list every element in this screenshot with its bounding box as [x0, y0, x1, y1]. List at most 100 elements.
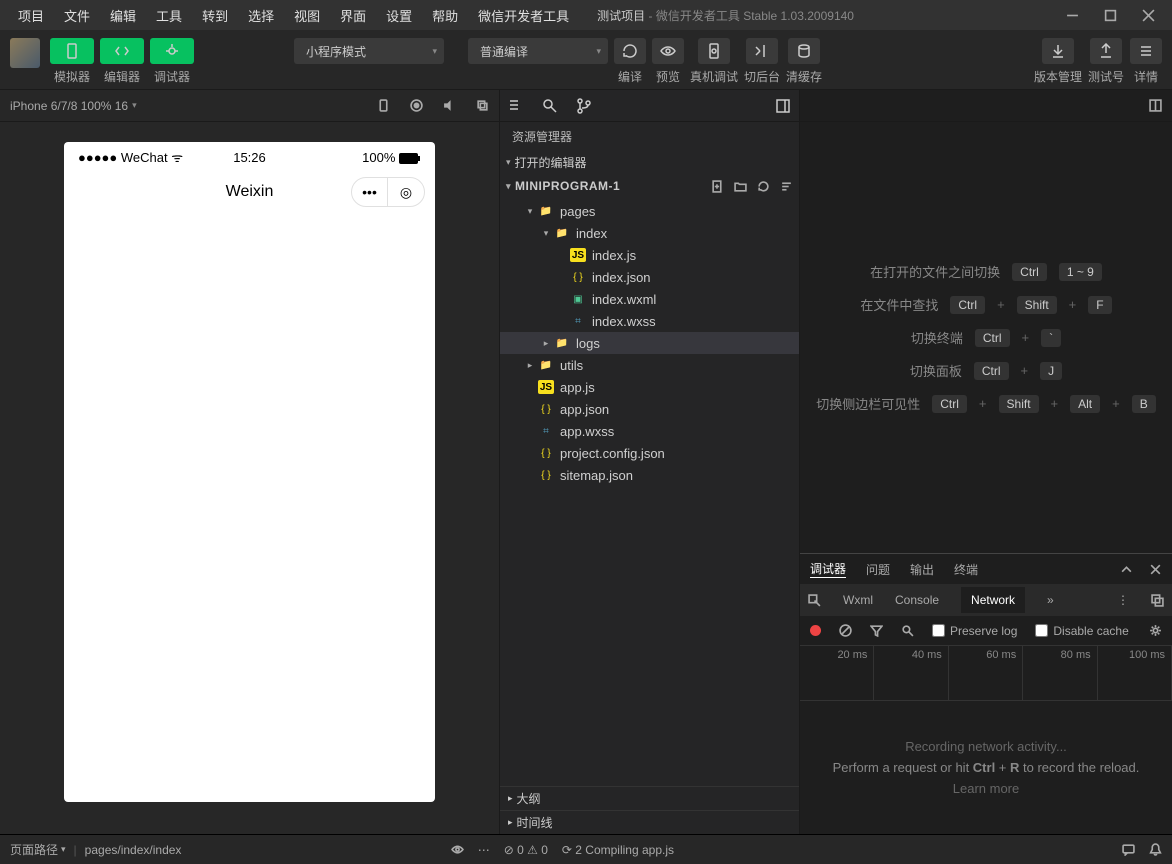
keyboard-hint: 切换面板 Ctrl + J: [910, 361, 1062, 380]
project-root[interactable]: ▾MINIPROGRAM-1: [500, 174, 799, 198]
sim-mute-icon[interactable]: [443, 99, 456, 112]
preserve-log-checkbox[interactable]: Preserve log: [932, 624, 1017, 638]
menu-devtools[interactable]: 微信开发者工具: [468, 6, 579, 25]
tab-console[interactable]: Console: [895, 593, 939, 607]
timeline-tick: 60 ms: [949, 646, 1023, 700]
signal-label: ●●●●● WeChat ᯤ: [78, 148, 183, 166]
phone-simulator[interactable]: ●●●●● WeChat ᯤ 15:26 100% Weixin ••• ◎: [64, 142, 435, 802]
capsule[interactable]: ••• ◎: [351, 177, 425, 207]
file-index.wxml[interactable]: ▣index.wxml: [500, 288, 799, 310]
compile-button[interactable]: [614, 38, 646, 64]
compile-dropdown[interactable]: 普通编译: [468, 38, 608, 64]
layout-icon[interactable]: [775, 98, 791, 114]
menu-file[interactable]: 文件: [54, 6, 100, 25]
capsule-close-icon[interactable]: ◎: [388, 178, 424, 206]
file-index.wxss[interactable]: ⌗index.wxss: [500, 310, 799, 332]
menu-view[interactable]: 视图: [284, 6, 330, 25]
menu-project[interactable]: 项目: [8, 6, 54, 25]
device-select[interactable]: iPhone 6/7/8 100% 16: [10, 99, 128, 113]
record-icon[interactable]: [810, 625, 821, 636]
new-folder-icon[interactable]: [734, 180, 747, 193]
folder-logs[interactable]: ▸📁logs: [500, 332, 799, 354]
status-errors[interactable]: ⊘ 0 ⚠ 0: [504, 843, 548, 857]
sim-copy-icon[interactable]: [476, 99, 489, 112]
clear-icon[interactable]: [839, 624, 852, 637]
file-app.wxss[interactable]: ⌗app.wxss: [500, 420, 799, 442]
outline-section[interactable]: ▸大纲: [500, 786, 799, 810]
avatar[interactable]: [10, 38, 40, 68]
file-app.js[interactable]: JSapp.js: [500, 376, 799, 398]
file-sitemap.json[interactable]: { }sitemap.json: [500, 464, 799, 486]
feedback-icon[interactable]: [1122, 843, 1135, 856]
tabs-more-icon[interactable]: »: [1047, 593, 1054, 607]
bell-icon[interactable]: [1149, 843, 1162, 856]
disable-cache-checkbox[interactable]: Disable cache: [1035, 624, 1128, 638]
editor-button[interactable]: [100, 38, 144, 64]
version-label: 版本管理: [1034, 68, 1082, 85]
dock-icon[interactable]: [1151, 594, 1164, 607]
file-index.js[interactable]: JSindex.js: [500, 244, 799, 266]
folder-index[interactable]: ▾📁index: [500, 222, 799, 244]
menu-tool[interactable]: 工具: [146, 6, 192, 25]
split-editor-icon[interactable]: [1149, 99, 1162, 112]
inspect-icon[interactable]: [808, 594, 821, 607]
close-button[interactable]: [1138, 5, 1158, 25]
panel-chevron-icon[interactable]: [1120, 563, 1133, 576]
menu-settings[interactable]: 设置: [376, 6, 422, 25]
capsule-menu-icon[interactable]: •••: [352, 178, 388, 206]
sim-phone-icon[interactable]: [377, 99, 390, 112]
menu-edit[interactable]: 编辑: [100, 6, 146, 25]
search-icon[interactable]: [542, 98, 558, 114]
file-app.json[interactable]: { }app.json: [500, 398, 799, 420]
background-button[interactable]: [746, 38, 778, 64]
status-more-icon[interactable]: ⋯: [478, 843, 490, 857]
learn-more-link[interactable]: Learn more: [953, 781, 1019, 796]
folder-utils[interactable]: ▸📁utils: [500, 354, 799, 376]
explorer-icon[interactable]: [508, 98, 524, 114]
open-editors-section[interactable]: ▾打开的编辑器: [500, 150, 799, 174]
network-timeline[interactable]: 20 ms40 ms60 ms80 ms100 ms: [800, 646, 1172, 701]
tab-wxml[interactable]: Wxml: [843, 593, 873, 607]
status-compile[interactable]: ⟳ 2 Compiling app.js: [562, 843, 674, 857]
explorer-pane: 资源管理器 ▾打开的编辑器 ▾MINIPROGRAM-1 ▾📁pages▾📁in…: [500, 90, 800, 834]
maximize-button[interactable]: [1100, 5, 1120, 25]
detail-button[interactable]: [1130, 38, 1162, 64]
menu-help[interactable]: 帮助: [422, 6, 468, 25]
menu-goto[interactable]: 转到: [192, 6, 238, 25]
tab-problems[interactable]: 问题: [866, 561, 890, 578]
tab-debugger[interactable]: 调试器: [810, 560, 846, 578]
devtools-menu-icon[interactable]: ⋮: [1117, 593, 1129, 607]
filter-icon[interactable]: [870, 624, 883, 637]
page-path-value[interactable]: pages/index/index: [85, 843, 182, 857]
preview-button[interactable]: [652, 38, 684, 64]
timeline-section[interactable]: ▸时间线: [500, 810, 799, 834]
menu-interface[interactable]: 界面: [330, 6, 376, 25]
menu-select[interactable]: 选择: [238, 6, 284, 25]
branch-icon[interactable]: [576, 98, 592, 114]
mode-dropdown[interactable]: 小程序模式: [294, 38, 444, 64]
minimize-button[interactable]: [1062, 5, 1082, 25]
tab-network[interactable]: Network: [961, 587, 1025, 613]
collapse-icon[interactable]: [780, 180, 793, 193]
tab-terminal[interactable]: 终端: [954, 561, 978, 578]
new-file-icon[interactable]: [711, 180, 724, 193]
sim-record-icon[interactable]: [410, 99, 423, 112]
simulator-button[interactable]: [50, 38, 94, 64]
status-preview-icon[interactable]: [451, 843, 464, 856]
file-project.config.json[interactable]: { }project.config.json: [500, 442, 799, 464]
real-debug-button[interactable]: [698, 38, 730, 64]
panel-close-icon[interactable]: [1149, 563, 1162, 576]
debugger-button[interactable]: [150, 38, 194, 64]
back-label: 切后台: [744, 68, 780, 85]
network-search-icon[interactable]: [901, 624, 914, 637]
file-index.json[interactable]: { }index.json: [500, 266, 799, 288]
explorer-title: 资源管理器: [500, 122, 799, 150]
tab-output[interactable]: 输出: [910, 561, 934, 578]
version-button[interactable]: [1042, 38, 1074, 64]
page-path-label[interactable]: 页面路径: [10, 841, 58, 858]
folder-pages[interactable]: ▾📁pages: [500, 200, 799, 222]
network-settings-icon[interactable]: [1149, 624, 1162, 637]
cache-button[interactable]: [788, 38, 820, 64]
test-button[interactable]: [1090, 38, 1122, 64]
refresh-icon[interactable]: [757, 180, 770, 193]
